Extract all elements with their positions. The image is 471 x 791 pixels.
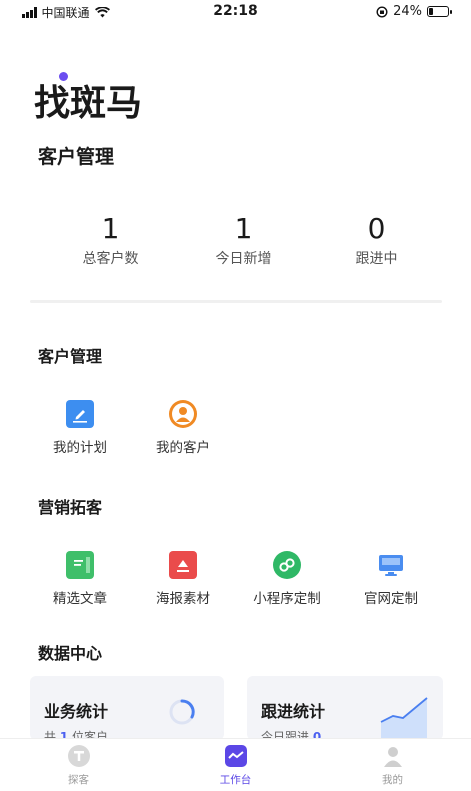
- poster-materials-button[interactable]: 海报素材: [128, 551, 238, 607]
- tab-explore[interactable]: 探客: [0, 739, 157, 791]
- grid-item-label: 小程序定制: [253, 591, 321, 607]
- workbench-icon: [224, 745, 247, 767]
- my-customers-button[interactable]: 我的客户: [128, 400, 238, 456]
- person-icon: [169, 400, 197, 428]
- grid-item-label: 海报素材: [156, 591, 210, 607]
- stat-label: 今日新增: [215, 251, 272, 267]
- stats-row: 1 总客户数 1 今日新增 0 跟进中: [44, 212, 444, 268]
- follow-up-stats-card[interactable]: 跟进统计 今日跟进 0: [247, 676, 443, 740]
- article-icon: [66, 551, 94, 579]
- stat-value: 1: [234, 212, 253, 245]
- tab-workbench[interactable]: 工作台: [157, 739, 314, 791]
- profile-icon: [382, 745, 404, 767]
- website-custom-button[interactable]: 官网定制: [336, 551, 446, 607]
- grid-item-label: 我的计划: [53, 440, 107, 456]
- battery-percent: 24%: [393, 4, 422, 19]
- divider: [30, 300, 442, 303]
- stat-label: 总客户数: [82, 251, 139, 267]
- app-logo: 找斑马: [34, 83, 143, 124]
- explore-icon: [67, 745, 90, 767]
- my-plan-button[interactable]: 我的计划: [25, 400, 135, 456]
- mini-program-icon: [273, 551, 301, 579]
- stat-value: 0: [367, 212, 386, 245]
- card-title: 跟进统计: [261, 702, 326, 721]
- mini-program-button[interactable]: 小程序定制: [232, 551, 342, 607]
- tab-label: 工作台: [219, 774, 252, 786]
- page-title: 客户管理: [38, 146, 115, 168]
- stat-following[interactable]: 0 跟进中: [310, 212, 443, 268]
- tab-label: 探客: [68, 774, 89, 786]
- section-title-data: 数据中心: [38, 644, 103, 663]
- grid-item-label: 我的客户: [156, 440, 210, 456]
- loading-ring-icon: [169, 699, 195, 725]
- logo-dot: [59, 72, 68, 81]
- bottom-tab-bar: 探客 工作台 我的: [0, 738, 471, 791]
- tab-label: 我的: [382, 774, 403, 786]
- stat-total-customers[interactable]: 1 总客户数: [44, 212, 177, 268]
- orientation-lock-icon: [376, 5, 388, 18]
- battery-icon: [427, 6, 452, 17]
- grid-item-label: 官网定制: [364, 591, 418, 607]
- status-right: 24%: [376, 4, 452, 19]
- status-bar: 中国联通 22:18 24%: [0, 0, 471, 24]
- section-title-marketing: 营销拓客: [38, 498, 103, 517]
- stat-value: 1: [101, 212, 120, 245]
- poster-icon: [169, 551, 197, 579]
- trend-chart-icon: [380, 697, 428, 740]
- card-title: 业务统计: [44, 702, 109, 721]
- battery-fill: [429, 8, 434, 15]
- grid-item-label: 精选文章: [53, 591, 107, 607]
- section-title-customer: 客户管理: [38, 347, 103, 366]
- edit-icon: [66, 400, 94, 428]
- business-stats-card[interactable]: 业务统计 共 1 位客户: [30, 676, 224, 740]
- stat-label: 跟进中: [355, 251, 398, 267]
- featured-articles-button[interactable]: 精选文章: [25, 551, 135, 607]
- stat-new-today[interactable]: 1 今日新增: [177, 212, 310, 268]
- tab-profile[interactable]: 我的: [314, 739, 471, 791]
- website-icon: [377, 551, 405, 579]
